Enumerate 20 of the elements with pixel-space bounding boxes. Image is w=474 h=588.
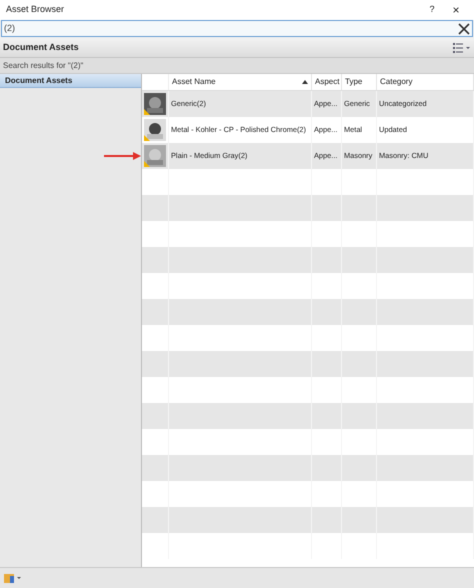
- pointer-arrow: [104, 151, 142, 161]
- column-header[interactable]: Aspect: [312, 74, 342, 90]
- help-button[interactable]: ?: [420, 3, 444, 17]
- column-header[interactable]: Type: [342, 74, 377, 90]
- search-results-label: Search results for "(2)": [3, 60, 84, 72]
- sort-ascending-icon: [302, 80, 308, 84]
- sidebar-item[interactable]: Document Assets: [0, 74, 141, 88]
- material-preview-icon: [144, 93, 166, 115]
- window-title: Asset Browser: [6, 3, 66, 16]
- column-header[interactable]: Asset Name: [169, 74, 312, 90]
- close-button[interactable]: ×: [444, 1, 468, 19]
- search-box[interactable]: (2): [1, 20, 473, 37]
- search-field[interactable]: (2): [4, 22, 458, 36]
- view-options-icon[interactable]: [453, 42, 471, 52]
- section-title: Document Assets: [3, 40, 80, 54]
- material-preview-icon: [144, 119, 166, 141]
- column-header[interactable]: Category: [377, 74, 474, 90]
- folder-icon[interactable]: [4, 572, 22, 584]
- material-preview-icon: [144, 145, 166, 167]
- clear-icon[interactable]: [458, 22, 470, 34]
